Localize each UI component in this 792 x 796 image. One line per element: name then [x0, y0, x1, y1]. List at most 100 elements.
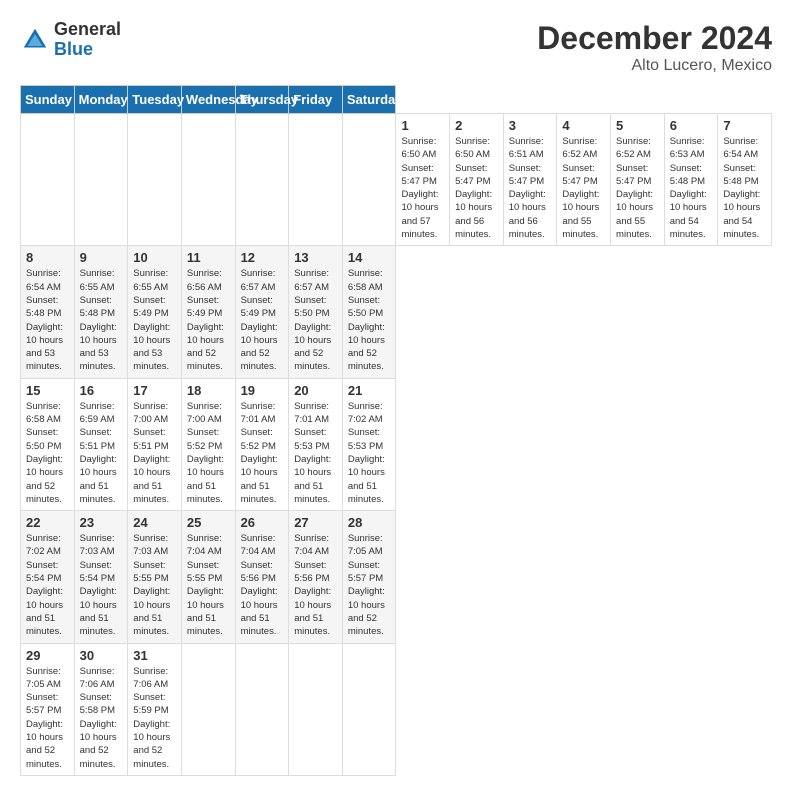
calendar-cell: 8 Sunrise: 6:54 AM Sunset: 5:48 PM Daylig…: [21, 246, 75, 378]
calendar-cell: 27 Sunrise: 7:04 AM Sunset: 5:56 PM Dayli…: [289, 511, 343, 643]
calendar-cell: 6 Sunrise: 6:53 AM Sunset: 5:48 PM Daylig…: [664, 114, 718, 246]
calendar-cell: 18Sunrise: 7:00 AM Sunset: 5:52 PM Dayli…: [181, 378, 235, 510]
calendar-cell: 10 Sunrise: 6:55 AM Sunset: 5:49 PM Dayli…: [128, 246, 182, 378]
calendar-cell: 21Sunrise: 7:02 AM Sunset: 5:53 PM Dayli…: [342, 378, 396, 510]
logo-general: General: [54, 20, 121, 40]
day-number: 26: [241, 515, 284, 530]
calendar-cell: 13 Sunrise: 6:57 AM Sunset: 5:50 PM Dayli…: [289, 246, 343, 378]
calendar-week-row: 15 Sunrise: 6:58 AM Sunset: 5:50 PM Dayli…: [21, 378, 772, 510]
day-info: Sunrise: 6:57 AM Sunset: 5:49 PM Dayligh…: [241, 267, 284, 373]
day-info: Sunrise: 6:55 AM Sunset: 5:49 PM Dayligh…: [133, 267, 176, 373]
day-number: 1: [401, 118, 444, 133]
month-title: December 2024: [537, 20, 772, 57]
calendar-cell: 16 Sunrise: 6:59 AM Sunset: 5:51 PM Dayli…: [74, 378, 128, 510]
day-header-sunday: Sunday: [21, 86, 75, 114]
day-info: Sunrise: 6:59 AM Sunset: 5:51 PM Dayligh…: [80, 400, 123, 506]
day-header-wednesday: Wednesday: [181, 86, 235, 114]
logo-icon: [20, 25, 50, 55]
calendar-week-row: 22Sunrise: 7:02 AM Sunset: 5:54 PM Dayli…: [21, 511, 772, 643]
day-number: 2: [455, 118, 498, 133]
day-number: 30: [80, 648, 123, 663]
calendar-cell: [128, 114, 182, 246]
day-info: Sunrise: 6:52 AM Sunset: 5:47 PM Dayligh…: [562, 135, 605, 241]
day-number: 31: [133, 648, 176, 663]
day-number: 7: [723, 118, 766, 133]
day-info: Sunrise: 6:52 AM Sunset: 5:47 PM Dayligh…: [616, 135, 659, 241]
calendar-cell: 22Sunrise: 7:02 AM Sunset: 5:54 PM Dayli…: [21, 511, 75, 643]
calendar-cell: 11Sunrise: 6:56 AM Sunset: 5:49 PM Dayli…: [181, 246, 235, 378]
calendar-cell: 2Sunrise: 6:50 AM Sunset: 5:47 PM Daylig…: [450, 114, 504, 246]
day-number: 27: [294, 515, 337, 530]
calendar-week-row: 8 Sunrise: 6:54 AM Sunset: 5:48 PM Daylig…: [21, 246, 772, 378]
day-header-thursday: Thursday: [235, 86, 289, 114]
day-number: 6: [670, 118, 713, 133]
calendar-cell: [181, 114, 235, 246]
day-info: Sunrise: 7:04 AM Sunset: 5:56 PM Dayligh…: [294, 532, 337, 638]
day-info: Sunrise: 6:50 AM Sunset: 5:47 PM Dayligh…: [401, 135, 444, 241]
calendar-cell: 1 Sunrise: 6:50 AM Sunset: 5:47 PM Daylig…: [396, 114, 450, 246]
logo-blue: Blue: [54, 40, 121, 60]
calendar-cell: [342, 643, 396, 775]
calendar-week-row: 29 Sunrise: 7:05 AM Sunset: 5:57 PM Dayli…: [21, 643, 772, 775]
day-info: Sunrise: 6:57 AM Sunset: 5:50 PM Dayligh…: [294, 267, 337, 373]
title-section: December 2024 Alto Lucero, Mexico: [537, 20, 772, 75]
day-number: 5: [616, 118, 659, 133]
logo-text: General Blue: [54, 20, 121, 60]
day-number: 29: [26, 648, 69, 663]
day-info: Sunrise: 6:58 AM Sunset: 5:50 PM Dayligh…: [26, 400, 69, 506]
day-number: 8: [26, 250, 69, 265]
calendar-cell: 25Sunrise: 7:04 AM Sunset: 5:55 PM Dayli…: [181, 511, 235, 643]
calendar-cell: [235, 643, 289, 775]
day-number: 16: [80, 383, 123, 398]
calendar-cell: 12 Sunrise: 6:57 AM Sunset: 5:49 PM Dayli…: [235, 246, 289, 378]
day-number: 13: [294, 250, 337, 265]
calendar-cell: [342, 114, 396, 246]
page-header: General Blue December 2024 Alto Lucero, …: [20, 20, 772, 75]
day-info: Sunrise: 7:05 AM Sunset: 5:57 PM Dayligh…: [26, 665, 69, 771]
calendar-cell: 31 Sunrise: 7:06 AM Sunset: 5:59 PM Dayli…: [128, 643, 182, 775]
day-number: 24: [133, 515, 176, 530]
day-number: 25: [187, 515, 230, 530]
calendar-cell: 5 Sunrise: 6:52 AM Sunset: 5:47 PM Daylig…: [611, 114, 665, 246]
calendar-cell: 4 Sunrise: 6:52 AM Sunset: 5:47 PM Daylig…: [557, 114, 611, 246]
day-info: Sunrise: 6:54 AM Sunset: 5:48 PM Dayligh…: [26, 267, 69, 373]
calendar-cell: [181, 643, 235, 775]
day-number: 4: [562, 118, 605, 133]
calendar-cell: [289, 114, 343, 246]
day-number: 10: [133, 250, 176, 265]
day-number: 18: [187, 383, 230, 398]
calendar-cell: 15 Sunrise: 6:58 AM Sunset: 5:50 PM Dayli…: [21, 378, 75, 510]
calendar-cell: [21, 114, 75, 246]
day-info: Sunrise: 6:56 AM Sunset: 5:49 PM Dayligh…: [187, 267, 230, 373]
day-info: Sunrise: 6:51 AM Sunset: 5:47 PM Dayligh…: [509, 135, 552, 241]
day-header-monday: Monday: [74, 86, 128, 114]
day-info: Sunrise: 7:06 AM Sunset: 5:58 PM Dayligh…: [80, 665, 123, 771]
calendar-cell: [235, 114, 289, 246]
day-info: Sunrise: 6:55 AM Sunset: 5:48 PM Dayligh…: [80, 267, 123, 373]
day-number: 17: [133, 383, 176, 398]
day-number: 12: [241, 250, 284, 265]
calendar-cell: 26 Sunrise: 7:04 AM Sunset: 5:56 PM Dayli…: [235, 511, 289, 643]
location: Alto Lucero, Mexico: [537, 57, 772, 75]
calendar-cell: 9 Sunrise: 6:55 AM Sunset: 5:48 PM Daylig…: [74, 246, 128, 378]
day-info: Sunrise: 7:05 AM Sunset: 5:57 PM Dayligh…: [348, 532, 391, 638]
day-info: Sunrise: 6:58 AM Sunset: 5:50 PM Dayligh…: [348, 267, 391, 373]
day-number: 15: [26, 383, 69, 398]
day-header-friday: Friday: [289, 86, 343, 114]
calendar-cell: 7 Sunrise: 6:54 AM Sunset: 5:48 PM Daylig…: [718, 114, 772, 246]
day-number: 21: [348, 383, 391, 398]
day-info: Sunrise: 7:06 AM Sunset: 5:59 PM Dayligh…: [133, 665, 176, 771]
day-number: 14: [348, 250, 391, 265]
day-number: 3: [509, 118, 552, 133]
day-info: Sunrise: 7:03 AM Sunset: 5:55 PM Dayligh…: [133, 532, 176, 638]
day-info: Sunrise: 7:00 AM Sunset: 5:51 PM Dayligh…: [133, 400, 176, 506]
day-info: Sunrise: 6:54 AM Sunset: 5:48 PM Dayligh…: [723, 135, 766, 241]
calendar-cell: [289, 643, 343, 775]
day-number: 9: [80, 250, 123, 265]
calendar-cell: 28Sunrise: 7:05 AM Sunset: 5:57 PM Dayli…: [342, 511, 396, 643]
day-info: Sunrise: 7:02 AM Sunset: 5:54 PM Dayligh…: [26, 532, 69, 638]
day-info: Sunrise: 6:53 AM Sunset: 5:48 PM Dayligh…: [670, 135, 713, 241]
calendar-cell: 23Sunrise: 7:03 AM Sunset: 5:54 PM Dayli…: [74, 511, 128, 643]
day-info: Sunrise: 7:04 AM Sunset: 5:56 PM Dayligh…: [241, 532, 284, 638]
calendar: SundayMondayTuesdayWednesdayThursdayFrid…: [20, 85, 772, 776]
